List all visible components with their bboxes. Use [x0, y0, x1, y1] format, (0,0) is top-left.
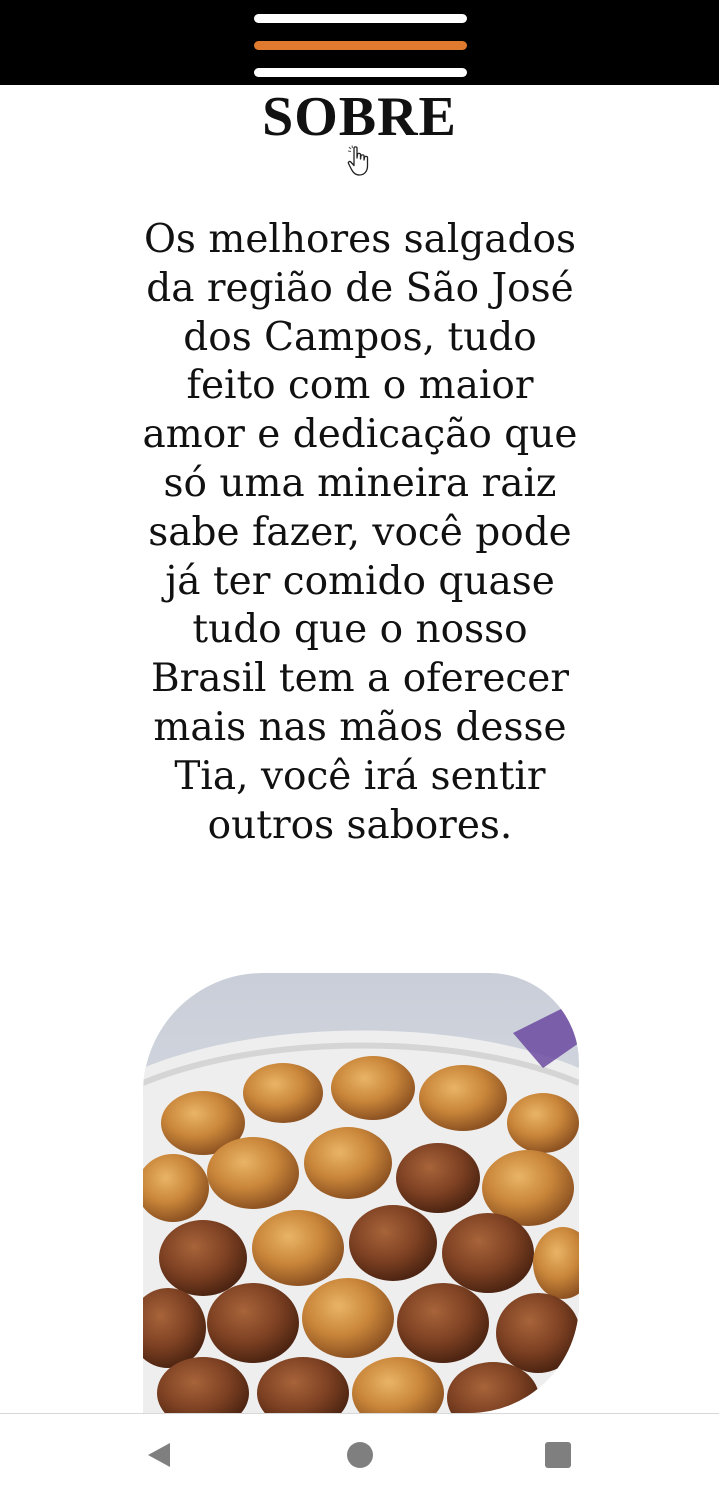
- back-triangle-icon[interactable]: [146, 1441, 172, 1469]
- salgados-photo: [143, 973, 579, 1413]
- recents-square-icon[interactable]: [545, 1442, 571, 1468]
- hand-pointer-icon: [346, 145, 376, 177]
- menu-line-middle: [254, 41, 467, 50]
- home-circle-icon[interactable]: [347, 1442, 373, 1468]
- system-navigation-bar: [0, 1413, 719, 1497]
- hamburger-menu-icon[interactable]: [254, 14, 467, 80]
- top-header: [0, 0, 719, 85]
- about-description: Os melhores salgados da região de São Jo…: [142, 217, 578, 848]
- menu-line-top: [254, 14, 467, 23]
- page-title: SOBRE: [262, 86, 457, 148]
- menu-line-bottom: [254, 68, 467, 77]
